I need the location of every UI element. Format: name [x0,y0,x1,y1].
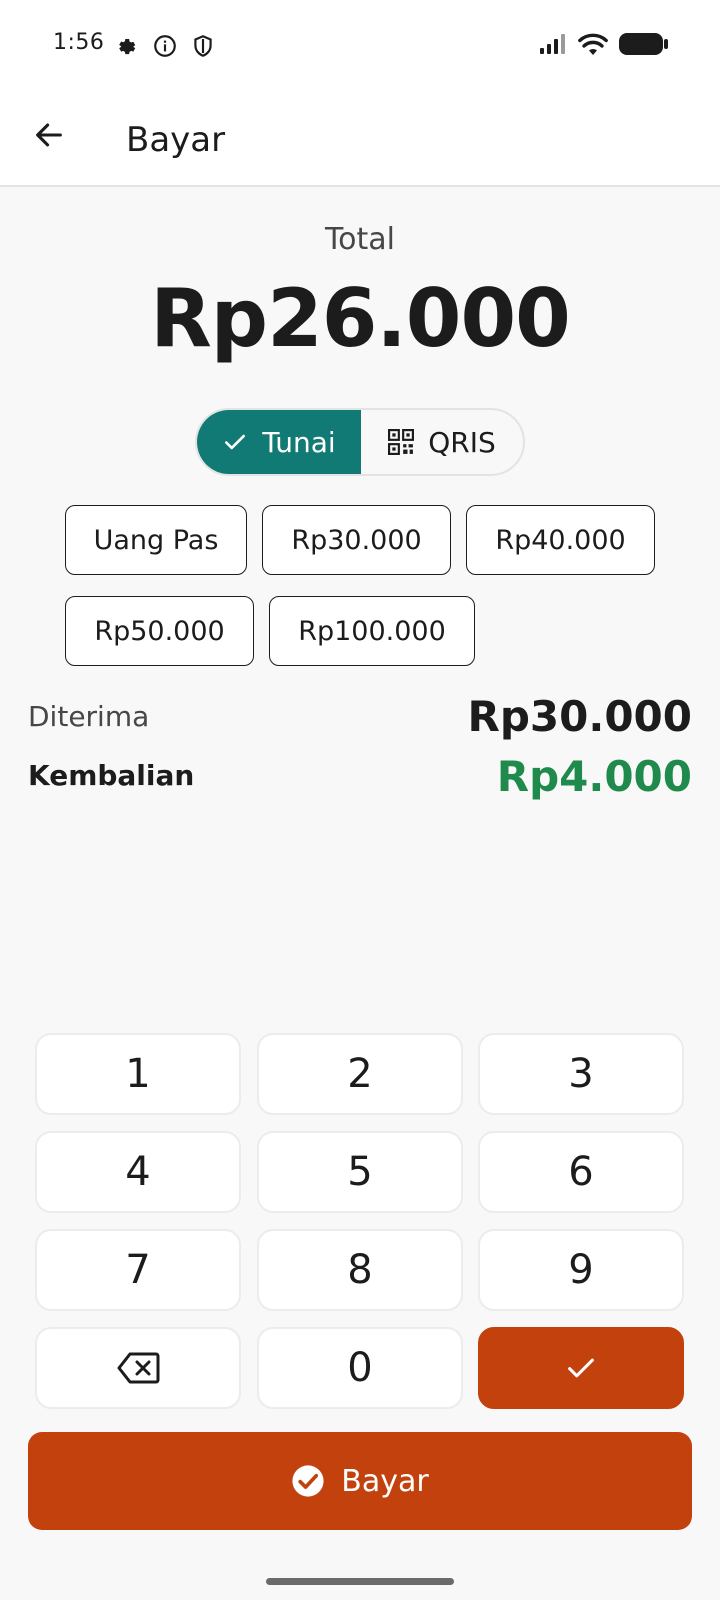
payment-method-toggle: Tunai QRIS [195,408,525,476]
keypad-key-6[interactable]: 6 [478,1131,684,1213]
payment-method-cash-label: Tunai [262,425,336,459]
keypad-key-9[interactable]: 9 [478,1229,684,1311]
home-indicator [266,1578,454,1585]
keypad-backspace-button[interactable] [35,1327,241,1409]
status-bar: 1:56 [0,0,720,90]
keypad-key-1[interactable]: 1 [35,1033,241,1115]
quick-amount-exact[interactable]: Uang Pas [65,505,247,575]
quick-amount-40000[interactable]: Rp40.000 [466,505,655,575]
pay-button[interactable]: Bayar [28,1432,692,1530]
received-amount: Rp30.000 [467,692,692,741]
backspace-icon [117,1352,160,1384]
total-amount: Rp26.000 [150,272,571,365]
payment-method-cash[interactable]: Tunai [197,410,361,474]
page-title: Bayar [126,120,226,160]
shield-icon [194,35,212,57]
keypad-key-0[interactable]: 0 [257,1327,463,1409]
pay-button-label: Bayar [341,1463,429,1499]
check-icon [225,434,246,450]
status-time: 1:56 [53,30,105,55]
app-bar: Bayar [0,90,720,187]
keypad-confirm-button[interactable] [478,1327,684,1409]
payment-method-qris-label: QRIS [428,425,496,459]
change-amount: Rp4.000 [496,752,692,801]
check-icon [568,1358,594,1378]
keypad-key-4[interactable]: 4 [35,1131,241,1213]
change-label: Kembalian [28,759,195,792]
status-icons-right [538,31,670,57]
signal-icon [540,34,565,54]
total-label: Total [324,222,396,257]
keypad-key-2[interactable]: 2 [257,1033,463,1115]
quick-amount-100000[interactable]: Rp100.000 [269,596,475,666]
qr-code-icon [388,429,415,455]
battery-icon [619,33,668,55]
back-button[interactable] [26,112,72,158]
keypad-key-8[interactable]: 8 [257,1229,463,1311]
keypad-key-5[interactable]: 5 [257,1131,463,1213]
settings-icon [119,38,136,55]
keypad-key-7[interactable]: 7 [35,1229,241,1311]
check-circle-icon [292,1465,324,1497]
quick-amount-50000[interactable]: Rp50.000 [65,596,254,666]
payment-method-qris[interactable]: QRIS [361,410,523,474]
received-label: Diterima [28,700,150,733]
arrow-left-icon [36,123,62,147]
keypad-key-3[interactable]: 3 [478,1033,684,1115]
wifi-icon [578,33,608,55]
status-icons-left [114,33,216,59]
info-icon [154,35,176,57]
quick-amount-30000[interactable]: Rp30.000 [262,505,451,575]
